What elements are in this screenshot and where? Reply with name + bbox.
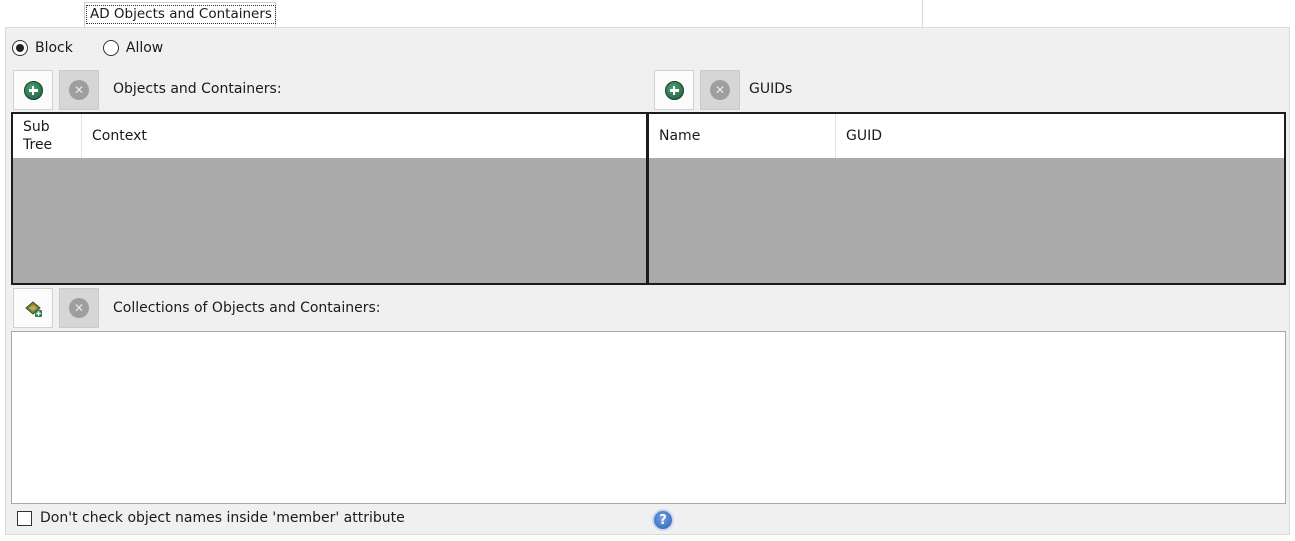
column-header-context[interactable]: Context — [82, 114, 646, 158]
column-header-label: Context — [92, 128, 147, 144]
column-header-label: Sub Tree — [23, 119, 53, 153]
add-guid-button[interactable] — [654, 70, 694, 110]
collections-section-label: Collections of Objects and Containers: — [113, 300, 381, 316]
add-collection-button[interactable] — [13, 288, 53, 328]
remove-icon: ✕ — [69, 80, 89, 100]
block-radio-label: Block — [35, 40, 73, 56]
allow-radio-label: Allow — [125, 40, 164, 56]
tab-label: AD Objects and Containers — [86, 5, 276, 24]
collection-add-icon — [25, 301, 42, 317]
guids-grid-header: Name GUID — [649, 114, 1284, 158]
remove-icon: ✕ — [710, 80, 730, 100]
objects-section-label: Objects and Containers: — [113, 81, 282, 97]
objects-grid[interactable]: Sub Tree Context — [11, 112, 648, 285]
tab-ad-objects[interactable]: AD Objects and Containers — [84, 2, 276, 27]
tab-strip-divider — [922, 0, 923, 27]
add-object-button[interactable] — [13, 70, 53, 110]
radio-checked-icon — [12, 40, 28, 56]
remove-object-button[interactable]: ✕ — [59, 70, 99, 110]
member-checkbox-label: Don't check object names inside 'member'… — [40, 510, 405, 526]
mode-radio-group: Block Allow — [12, 38, 193, 58]
column-header-label: GUID — [846, 128, 883, 144]
column-header-subtree[interactable]: Sub Tree — [13, 114, 82, 158]
objects-grid-header: Sub Tree Context — [13, 114, 646, 158]
allow-radio[interactable]: Allow — [102, 40, 164, 56]
member-check-row[interactable]: Don't check object names inside 'member'… — [17, 510, 405, 526]
guids-section-label: GUIDs — [749, 81, 793, 97]
add-icon — [23, 80, 43, 100]
block-radio[interactable]: Block — [12, 40, 73, 56]
column-header-label: Name — [659, 128, 701, 144]
member-checkbox[interactable] — [17, 510, 32, 526]
column-header-name[interactable]: Name — [649, 114, 836, 158]
remove-guid-button[interactable]: ✕ — [700, 70, 740, 110]
collections-list[interactable] — [11, 331, 1286, 504]
tab-strip: AD Objects and Containers — [0, 0, 1295, 28]
remove-collection-button[interactable]: ✕ — [59, 288, 99, 328]
remove-icon: ✕ — [69, 298, 89, 318]
help-icon[interactable]: ? — [652, 509, 674, 531]
column-header-guid[interactable]: GUID — [836, 114, 1284, 158]
add-icon — [664, 80, 684, 100]
settings-panel: Block Allow ✕ Objects and Containers: ✕ … — [5, 27, 1290, 535]
guids-grid[interactable]: Name GUID — [647, 112, 1286, 285]
radio-unchecked-icon — [102, 40, 119, 56]
